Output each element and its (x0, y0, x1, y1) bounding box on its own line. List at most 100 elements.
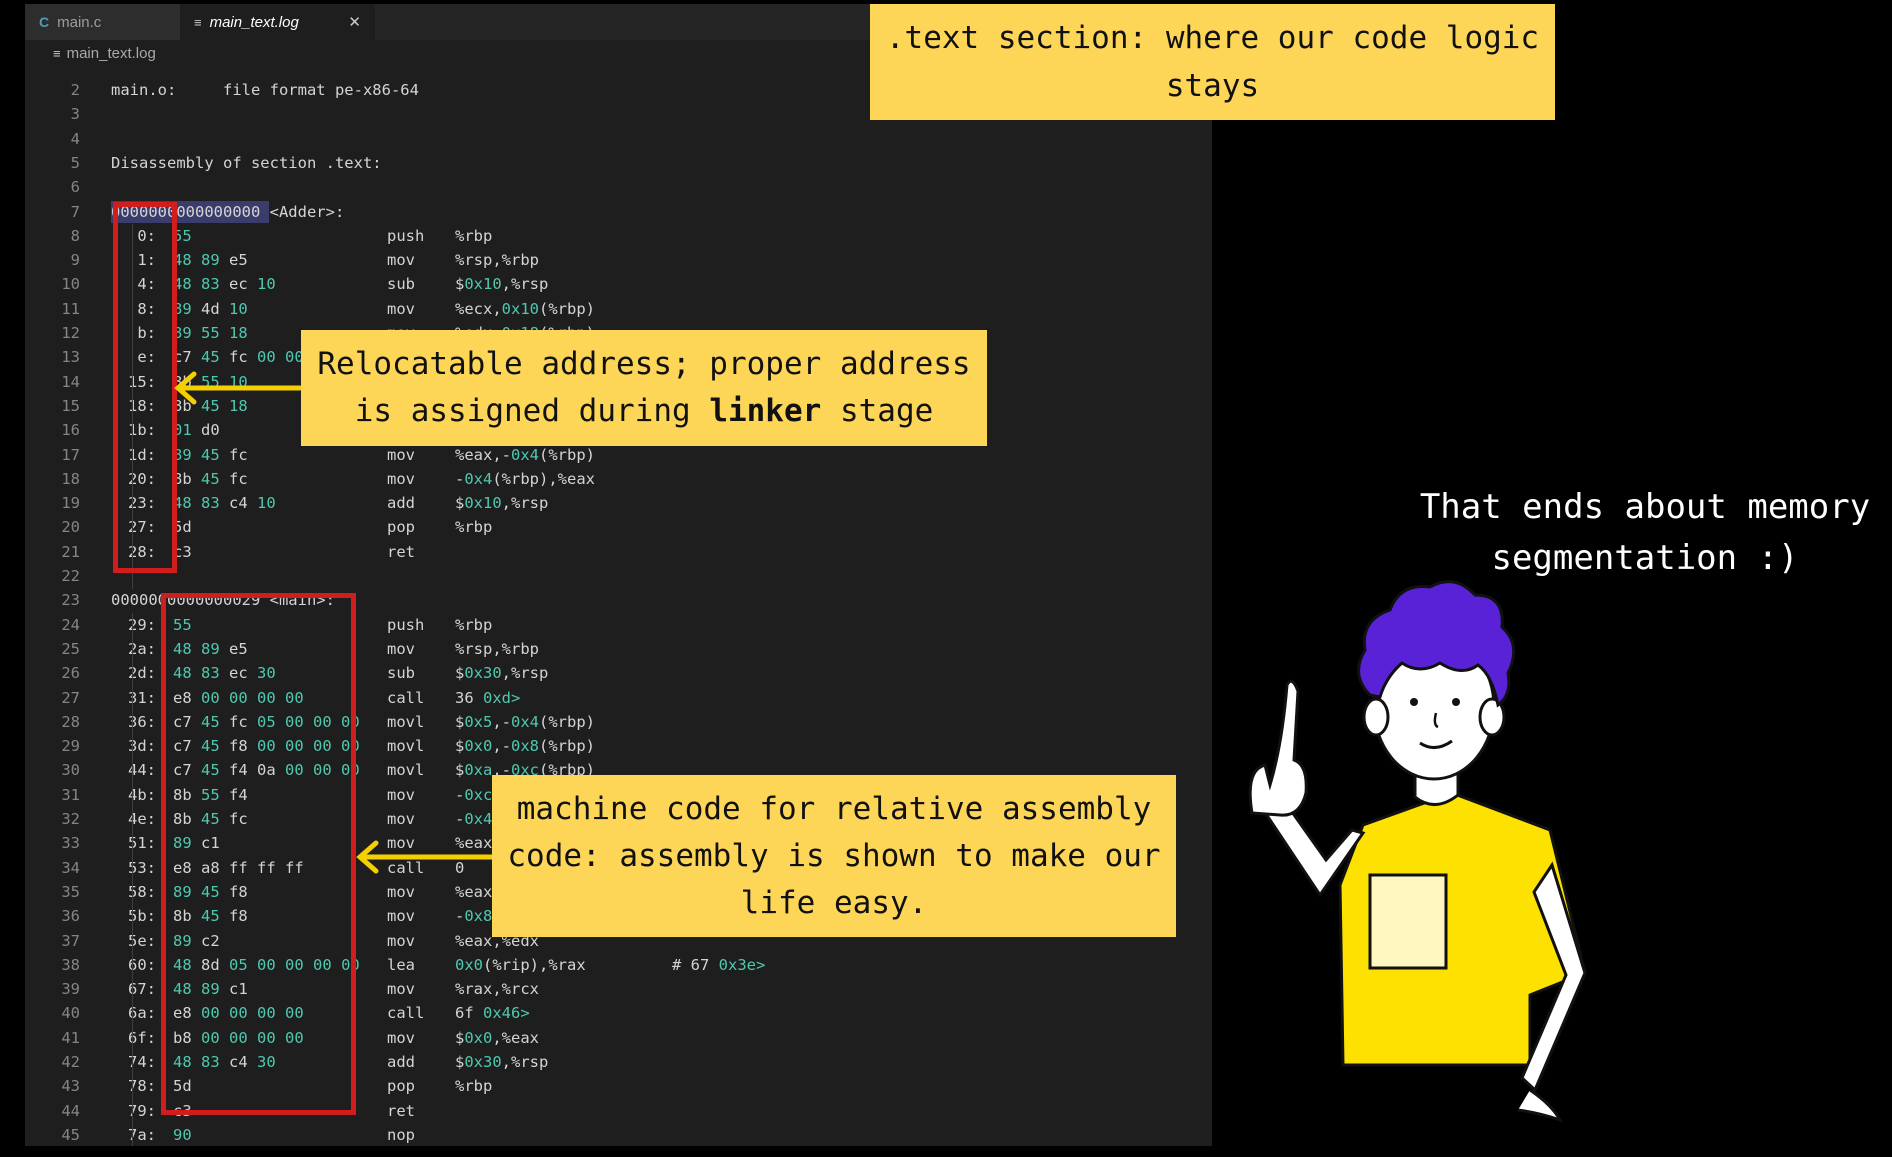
instruction-address: 4e: (128, 810, 156, 828)
instruction-mnemonic: mov (387, 907, 415, 925)
instruction-operands: 0x0(%rip),%rax (455, 956, 586, 974)
instruction-mnemonic: nop (387, 1126, 415, 1144)
instruction-address: 67: (128, 980, 156, 998)
instruction-address: 44: (128, 761, 156, 779)
indent-guide (132, 613, 133, 1146)
section-header-text: Disassembly of section .text: (111, 154, 382, 172)
line-number: 33 (61, 834, 80, 852)
line-number: 17 (61, 446, 80, 464)
instruction-mnemonic: add (387, 494, 415, 512)
line-number: 8 (70, 227, 80, 245)
line-number: 38 (61, 956, 80, 974)
instruction-mnemonic: call (387, 859, 425, 877)
text-section-note: .text section: where our code logic stay… (870, 4, 1555, 120)
instruction-operands: %rbp (455, 518, 493, 536)
line-number: 20 (61, 518, 80, 536)
instruction-mnemonic: push (387, 616, 425, 634)
line-number: 37 (61, 932, 80, 950)
code-line: 7 0000000000000000 <Adder>: (25, 200, 1212, 224)
line-number: 35 (61, 883, 80, 901)
instruction-mnemonic: ret (387, 1102, 415, 1120)
instruction-operands: -0xc (455, 786, 493, 804)
instruction-operands: -0x4 (455, 810, 493, 828)
instruction-mnemonic: movl (387, 737, 425, 755)
instruction-operands: %eax (455, 834, 493, 852)
instruction-address: 79: (128, 1102, 156, 1120)
instruction-mnemonic: mov (387, 251, 415, 269)
machine-code-bytes: 89 45 fc (173, 446, 248, 464)
instruction-mnemonic: call (387, 1004, 425, 1022)
line-number: 10 (61, 275, 80, 293)
instruction-address: 7a: (128, 1126, 156, 1144)
code-line: 11 8: 89 4d 10 mov %ecx,0x10(%rbp) (25, 297, 1212, 321)
line-number: 2 (70, 81, 80, 99)
instruction-operands: %ecx,0x10(%rbp) (455, 300, 595, 318)
line-number: 13 (61, 348, 80, 366)
code-line: 45 7a: 90 nop (25, 1123, 1212, 1146)
line-number: 45 (61, 1126, 80, 1144)
line-number: 41 (61, 1029, 80, 1047)
text-file-icon: ≡ (194, 14, 202, 30)
instruction-address: 6a: (128, 1004, 156, 1022)
instruction-operands: %eax,-0x4(%rbp) (455, 446, 595, 464)
line-number: 6 (70, 178, 80, 196)
address-highlight-box (113, 202, 177, 573)
machine-code-bytes: 90 (173, 1126, 192, 1144)
line-number: 23 (61, 591, 80, 609)
instruction-operands: $0x0,-0x8(%rbp) (455, 737, 596, 755)
section-header-text: main.o: file format pe-x86-64 (111, 81, 419, 99)
instruction-mnemonic: ret (387, 543, 415, 561)
relocatable-address-note: Relocatable address; proper address is a… (301, 330, 987, 446)
instruction-mnemonic: add (387, 1053, 415, 1071)
tab-main-text-log[interactable]: ≡ main_text.log ✕ (180, 4, 375, 40)
instruction-mnemonic: movl (387, 713, 425, 731)
instruction-operands: %rbp (455, 616, 493, 634)
instruction-address: 2a: (128, 640, 156, 658)
instruction-operands: -0x4(%rbp),%eax (455, 470, 595, 488)
instruction-operands: %rsp,%rbp (455, 251, 539, 269)
code-line: 19 23: 48 83 c4 10 add $0x10,%rsp (25, 491, 1212, 515)
code-line: 6 (25, 175, 1212, 199)
code-line: 18 20: 8b 45 fc mov -0x4(%rbp),%eax (25, 467, 1212, 491)
line-number: 32 (61, 810, 80, 828)
instruction-mnemonic: mov (387, 300, 415, 318)
line-number: 5 (70, 154, 80, 172)
instruction-operands: %rbp (455, 1077, 493, 1095)
instruction-address: 5b: (128, 907, 156, 925)
instruction-operands: $0x30,%rsp (455, 1053, 549, 1071)
line-number: 22 (61, 567, 80, 585)
breadcrumb-file[interactable]: main_text.log (67, 45, 156, 62)
line-number: 9 (70, 251, 80, 269)
instruction-address: 36: (128, 713, 156, 731)
line-number: 29 (61, 737, 80, 755)
machine-code-note-text: machine code for relative assembly code:… (507, 790, 1161, 921)
instruction-mnemonic: mov (387, 883, 415, 901)
machine-code-note: machine code for relative assembly code:… (492, 775, 1176, 937)
line-number: 24 (61, 616, 80, 634)
instruction-operands: $0x10,%rsp (455, 494, 549, 512)
instruction-mnemonic: mov (387, 1029, 415, 1047)
tab-main-c[interactable]: C main.c (25, 4, 180, 40)
line-number: 34 (61, 859, 80, 877)
machine-code-bytes: 89 55 18 (173, 324, 248, 342)
line-number: 42 (61, 1053, 80, 1071)
line-number: 44 (61, 1102, 80, 1120)
instruction-operands: $0x5,-0x4(%rbp) (455, 713, 596, 731)
instruction-operands: 6f 0x46> (455, 1004, 530, 1022)
line-number: 43 (61, 1077, 80, 1095)
machine-code-bytes: 8b 55 10 (173, 373, 248, 391)
instruction-address: 78: (128, 1077, 156, 1095)
instruction-mnemonic: mov (387, 786, 415, 804)
line-number: 12 (61, 324, 80, 342)
instruction-address: 6f: (128, 1029, 156, 1047)
machine-code-bytes: 01 d0 (173, 421, 220, 439)
code-line: 5 Disassembly of section .text: (25, 151, 1212, 175)
instruction-mnemonic: movl (387, 761, 425, 779)
machine-code-bytes: c7 45 fc 00 00 (173, 348, 304, 366)
instruction-mnemonic: sub (387, 275, 415, 293)
machine-code-bytes: 8b 45 18 (173, 397, 248, 415)
text-file-icon: ≡ (53, 45, 61, 61)
machine-code-bytes: 8b 45 fc (173, 470, 248, 488)
instruction-address: 51: (128, 834, 156, 852)
close-icon[interactable]: ✕ (348, 13, 361, 31)
